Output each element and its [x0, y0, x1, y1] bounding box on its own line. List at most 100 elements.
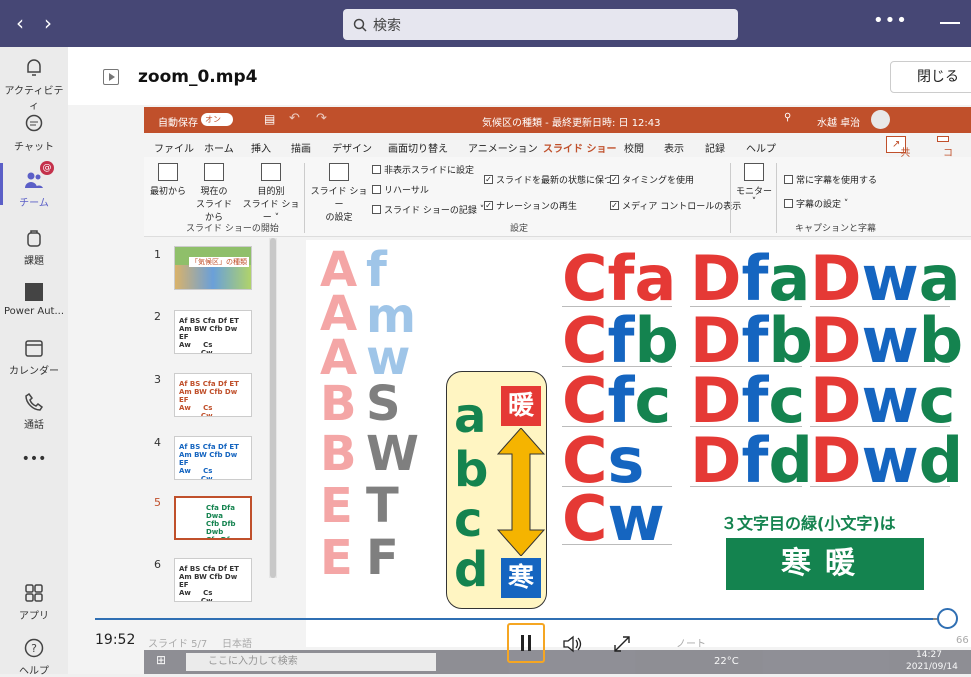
thumb-number: 3: [154, 373, 161, 386]
rail-calendar[interactable]: カレンダー: [0, 337, 68, 377]
slide-code: Dfb: [690, 304, 813, 377]
redo-icon[interactable]: ↷: [316, 111, 327, 126]
back-arrow-icon[interactable]: ‹: [8, 11, 32, 35]
taskbar-search[interactable]: ここに入力して検索: [186, 653, 436, 671]
tab-transitions[interactable]: 画面切り替え: [388, 140, 448, 155]
rehearse-icon: [372, 185, 381, 194]
checkbox-icon: [784, 175, 793, 184]
slide-thumbnail-2[interactable]: Af BS Cfa Df ET Am BW Cfb Dw EF Aw Cs Cw: [174, 310, 252, 354]
tab-home[interactable]: ホーム: [204, 140, 234, 155]
tab-record[interactable]: 記録: [705, 140, 725, 155]
rail-teams[interactable]: チーム @: [0, 161, 68, 209]
from-current-button[interactable]: 現在の スライドから: [192, 163, 236, 223]
slide-code: Dwa: [810, 242, 961, 315]
rail-calls[interactable]: 通話: [0, 391, 68, 431]
subtitle-settings-button[interactable]: 字幕の設定 ˅: [784, 197, 848, 210]
mention-badge: @: [40, 161, 54, 175]
slide-thumbnail-4[interactable]: Af BS Cfa Df ET Am BW Cfb Dw EF Aw Cs Cw: [174, 436, 252, 480]
narration-checkbox[interactable]: ✓ ナレーションの再生: [484, 199, 577, 212]
custom-slideshow-button[interactable]: 目的別 スライド ショー ˅: [242, 163, 300, 223]
phone-icon: [25, 392, 44, 411]
fullscreen-icon[interactable]: [612, 634, 632, 654]
slide-letter: d: [454, 542, 489, 598]
taskbar-date: 2021/09/14: [906, 662, 958, 672]
video-player[interactable]: 自動保存 オン ▤ ↶ ↷ 気候区の種類 - 最終更新日時: 日 12:43 ⚲…: [68, 105, 971, 674]
setup-slideshow-button[interactable]: スライド ショー の設定: [310, 163, 368, 223]
tab-help[interactable]: ヘルプ: [746, 140, 776, 155]
rail-apps[interactable]: アプリ: [0, 582, 68, 622]
search-icon: [353, 18, 367, 32]
hide-slide-label: 非表示スライドに設定: [384, 166, 475, 176]
autosave-toggle[interactable]: オン: [201, 113, 233, 126]
thumb-title: 「気候区」の種類: [189, 257, 249, 267]
slide-letter: W: [366, 426, 419, 482]
rail-label: チャット: [14, 142, 54, 153]
teams-title-bar: ‹ › 検索 •••: [0, 0, 971, 47]
rail-assignments[interactable]: 課題: [0, 227, 68, 267]
avatar[interactable]: [871, 110, 890, 129]
always-subtitles-checkbox[interactable]: 常に字幕を使用する: [784, 173, 877, 186]
tab-view[interactable]: 表示: [664, 140, 684, 155]
save-icon[interactable]: ▤: [264, 112, 275, 126]
ppt-search-icon[interactable]: ⚲: [784, 112, 791, 123]
rail-help[interactable]: ? ヘルプ: [0, 637, 68, 677]
more-options-icon[interactable]: •••: [873, 10, 908, 31]
slide-thumbnail-5[interactable]: Cfa Dfa DwaCfb Dfb DwbCfc Dfc DwcCs Dfd …: [174, 496, 252, 540]
slideshow-icon: [158, 163, 178, 181]
slide-thumbnail-3[interactable]: Af BS Cfa Df ET Am BW Cfb Dw EF Aw Cs Cw: [174, 373, 252, 417]
slide-letter: f: [366, 242, 387, 298]
slide-thumbnail-6[interactable]: Af BS Cfa Df ET Am BW Cfb Dw EF Aw Cs Cw: [174, 558, 252, 602]
rail-activity[interactable]: アクティビティ: [0, 57, 68, 112]
record-slideshow-button[interactable]: スライド ショーの記録 ˅: [372, 203, 484, 216]
comment-button[interactable]: コメ: [937, 136, 953, 174]
current-time: 19:52: [95, 632, 136, 648]
rail-power-automate[interactable]: Power Aut...: [0, 281, 68, 317]
slide-code: Dfa: [690, 242, 811, 315]
monitor-button[interactable]: モニター ˅: [736, 163, 772, 207]
slideshow-current-icon: [204, 163, 224, 181]
record-icon: [372, 205, 381, 214]
search-input[interactable]: 検索: [343, 9, 738, 40]
media-controls-checkbox[interactable]: ✓ メディア コントロールの表示: [610, 199, 741, 212]
custom-slideshow-label: 目的別: [257, 187, 285, 197]
ppt-document-title: 気候区の種類 - 最終更新日時: 日 12:43: [482, 118, 661, 129]
thumb-number: 5: [154, 496, 161, 509]
underline: [690, 486, 802, 487]
share-button[interactable]: ↗ 共有: [886, 136, 910, 174]
timing-checkbox[interactable]: ✓ タイミングを使用: [610, 173, 694, 186]
tab-animations[interactable]: アニメーション: [468, 140, 538, 155]
keep-updated-checkbox[interactable]: ✓ スライドを最新の状態に保つ: [484, 173, 613, 186]
tab-review[interactable]: 校閲: [624, 140, 644, 155]
forward-arrow-icon[interactable]: ›: [36, 11, 60, 35]
rail-more[interactable]: •••: [0, 451, 68, 467]
slide-letter: b: [454, 442, 489, 498]
slide-thumbnail-1[interactable]: 「気候区」の種類: [174, 246, 252, 290]
tab-insert[interactable]: 挿入: [251, 140, 271, 155]
windows-start-icon[interactable]: ⊞: [156, 653, 166, 667]
subtitle-settings-label: 字幕の設定: [796, 200, 842, 210]
video-file-icon: [103, 69, 119, 85]
pause-button[interactable]: [507, 623, 545, 663]
slide-letter: E: [320, 478, 353, 534]
seek-handle[interactable]: [937, 608, 958, 629]
seek-bar[interactable]: [95, 618, 950, 620]
close-button[interactable]: 閉じる: [890, 61, 971, 93]
thumbnail-scrollbar[interactable]: [269, 238, 277, 578]
undo-icon[interactable]: ↶: [289, 111, 300, 126]
rail-label: ヘルプ: [19, 666, 49, 677]
tab-design[interactable]: デザイン: [332, 140, 372, 155]
tab-draw[interactable]: 描画: [291, 140, 311, 155]
record-label: スライド ショーの記録: [384, 206, 477, 216]
rehearse-button[interactable]: リハーサル: [372, 183, 429, 196]
tab-file[interactable]: ファイル: [154, 140, 194, 155]
minimize-icon[interactable]: [940, 10, 960, 24]
volume-icon[interactable]: [562, 635, 582, 653]
rail-label: アプリ: [19, 611, 49, 622]
notes-button[interactable]: ノート: [676, 635, 706, 650]
group-setup-label: 設定: [510, 224, 529, 234]
from-start-button[interactable]: 最初から: [148, 163, 188, 197]
ppt-ribbon: 最初から 現在の スライドから 目的別 スライド ショー ˅ スライド ショーの…: [144, 157, 971, 237]
rail-chat[interactable]: チャット: [0, 113, 68, 153]
hide-slide-button[interactable]: 非表示スライドに設定: [372, 163, 474, 176]
slide-code: Cfa: [562, 248, 676, 310]
